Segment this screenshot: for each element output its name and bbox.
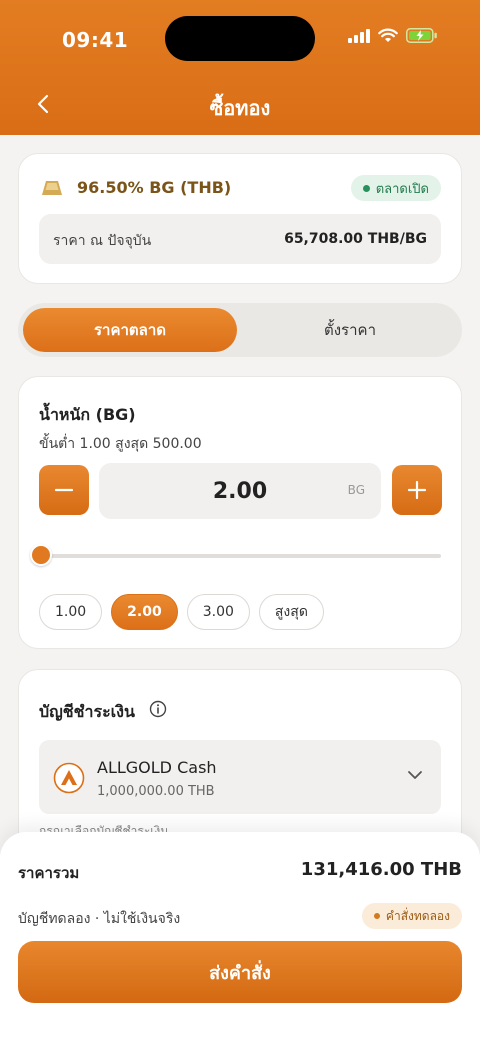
current-price-value: 65,708.00 THB/BG [284, 231, 427, 247]
asset-row: 96.50% BG (THB) [41, 178, 231, 197]
demo-account-text: บัญชีทดลอง · ไม่ใช้เงินจริง [18, 911, 181, 927]
plus-icon [408, 481, 426, 499]
status-dot-icon [362, 184, 370, 192]
preset-chip-max[interactable]: สูงสุด [258, 594, 324, 630]
app-header: 09:41 ซื้อทอง [0, 0, 480, 135]
current-price-box: ราคา ณ ปัจจุบัน 65,708.00 THB/BG [39, 214, 441, 264]
weight-slider-thumb[interactable] [29, 544, 52, 566]
asset-card: 96.50% BG (THB) ตลาดเปิด ราคา ณ ปัจจุบัน… [18, 153, 462, 284]
order-summary-sheet: ราคารวม 131,416.00 THB บัญชีทดลอง · ไม่ใ… [0, 832, 480, 1044]
asset-name: 96.50% BG (THB) [77, 178, 232, 197]
page-title: ซื้อทอง [209, 96, 271, 120]
increase-button[interactable] [392, 465, 442, 515]
allgold-logo-icon [53, 762, 85, 794]
info-icon[interactable] [149, 700, 167, 718]
quantity-field: BG [99, 463, 381, 519]
preset-chip-1[interactable]: 1.00 [39, 594, 103, 630]
preset-chips: 1.00 2.00 3.00 สูงสุด [39, 594, 324, 630]
payment-account-select[interactable]: ALLGOLD Cash 1,000,000.00 THB [39, 740, 441, 814]
decrease-button[interactable] [39, 465, 89, 515]
demo-badge-text: คำสั่งทดลอง [385, 908, 450, 923]
order-type-tabs: ราคาตลาด ตั้งราคา [18, 303, 462, 357]
status-icons [348, 28, 438, 43]
quantity-input[interactable] [99, 463, 381, 519]
payment-title: บัญชีชำระเงิน [39, 702, 135, 721]
weight-slider-track[interactable] [39, 554, 441, 558]
weight-card: น้ำหนัก (BG) ขั้นต่ำ 1.00 สูงสุด 500.00 … [18, 376, 462, 649]
badge-dot-icon [373, 913, 380, 919]
dynamic-island [165, 16, 315, 61]
quantity-unit: BG [347, 483, 365, 497]
minus-icon [55, 488, 73, 492]
battery-charging-icon [406, 28, 437, 43]
gold-bar-icon [42, 180, 62, 195]
market-status-badge: ตลาดเปิด [350, 175, 441, 201]
current-price-label: ราคา ณ ปัจจุบัน [53, 233, 152, 249]
demo-order-badge: คำสั่งทดลอง [361, 903, 462, 929]
preset-chip-3[interactable]: 3.00 [186, 594, 250, 630]
preset-chip-2[interactable]: 2.00 [111, 594, 178, 630]
chevron-down-icon [408, 771, 422, 779]
total-value: 131,416.00 THB [300, 859, 462, 880]
signal-icon [348, 28, 370, 43]
payment-card: บัญชีชำระเงิน ALLGOLD Cash 1,000,000.00 … [18, 669, 462, 859]
account-name: ALLGOLD Cash [97, 758, 217, 777]
wifi-icon [378, 28, 398, 42]
tab-limit-price[interactable]: ตั้งราคา [243, 308, 457, 352]
weight-range: ขั้นต่ำ 1.00 สูงสุด 500.00 [39, 436, 202, 452]
tab-market-price[interactable]: ราคาตลาด [23, 308, 237, 352]
total-label: ราคารวม [18, 864, 80, 882]
market-status-text: ตลาดเปิด [375, 181, 429, 197]
submit-order-button[interactable]: ส่งคำสั่ง [18, 941, 462, 1003]
status-time: 09:41 [62, 28, 129, 52]
weight-title: น้ำหนัก (BG) [39, 405, 136, 424]
account-balance: 1,000,000.00 THB [97, 784, 215, 799]
